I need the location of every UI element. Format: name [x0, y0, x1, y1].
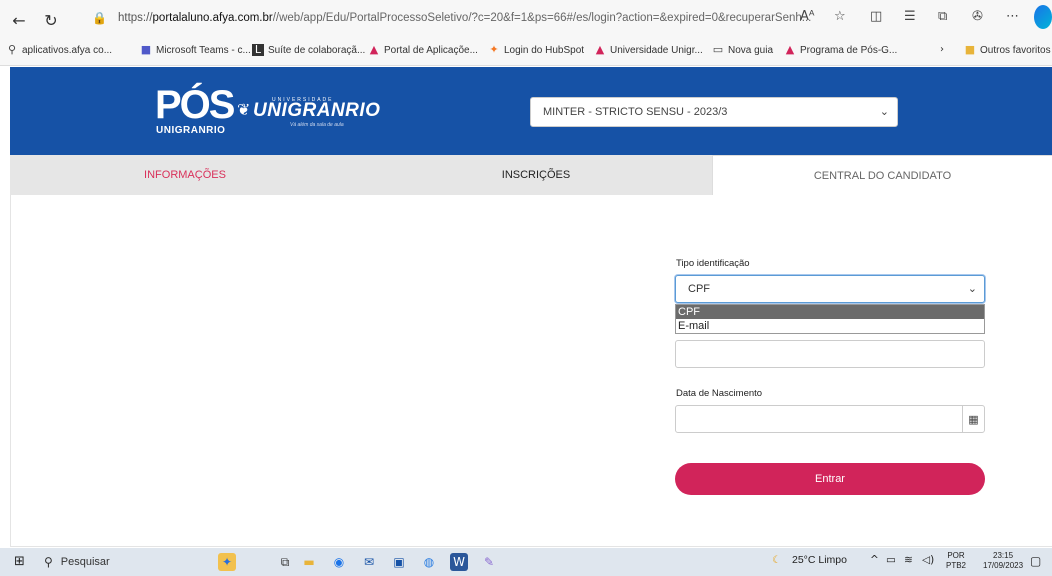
hubspot-icon: ✦: [489, 43, 499, 56]
paint-icon[interactable]: ✎: [480, 553, 498, 571]
main-tabs: INFORMAÇÕES INSCRIÇÕES CENTRAL DO CANDID…: [10, 155, 1052, 195]
windows-taskbar: ⊞ ⚲ Pesquisar ✦ ⧉ ▬ ◉ ✉ ▣ ◍ W ✎ ☾ 25°C L…: [0, 548, 1052, 576]
refresh-icon[interactable]: ↻: [40, 9, 62, 31]
more-menu-icon[interactable]: ⋯: [1006, 9, 1019, 24]
program-select-value: MINTER - STRICTO SENSU - 2023/3: [543, 106, 728, 118]
bookmark-item[interactable]: ▲ Universidade Unigr...: [594, 44, 703, 56]
bookmark-item[interactable]: ■ Microsoft Teams - c...: [140, 44, 251, 56]
favorite-star-icon[interactable]: ☆: [834, 9, 846, 24]
weather-text[interactable]: 25°C Limpo: [792, 554, 847, 566]
chevron-down-icon: ⌄: [967, 282, 977, 295]
lock-icon: 🔒: [92, 11, 107, 25]
site-header: PÓS UNIGRANRIO ❦ UNIVERSIDADE UNIGRANRIO…: [10, 67, 1052, 155]
bing-icon[interactable]: [1034, 5, 1052, 29]
keyboard-language[interactable]: POR PTB2: [946, 551, 966, 571]
store-icon[interactable]: ▣: [390, 553, 408, 571]
folder-icon: ■: [964, 43, 976, 56]
url-host: portalaluno.afya.com.br: [152, 12, 273, 24]
notification-icon[interactable]: ▢: [1030, 554, 1041, 568]
afya-icon: ▲: [785, 43, 795, 56]
tab-icon: ▭: [712, 43, 724, 56]
taskbar-search-label: Pesquisar: [60, 556, 110, 568]
teams-icon: ■: [140, 43, 152, 56]
split-screen-icon[interactable]: ◫: [870, 9, 882, 24]
address-bar: ← ↻ 🔒 https://portalaluno.afya.com.br//w…: [0, 0, 1052, 36]
widgets-icon[interactable]: ✦: [218, 553, 236, 571]
university-logo[interactable]: UNIGRANRIO: [253, 100, 380, 122]
tray-chevron-up-icon[interactable]: ^: [870, 554, 879, 566]
task-view-icon[interactable]: ⧉: [276, 553, 294, 571]
bookmark-item[interactable]: ▭ Nova guia: [712, 44, 773, 56]
tipo-identificacao-select[interactable]: CPF ⌄: [675, 275, 985, 303]
entrar-button[interactable]: Entrar: [675, 463, 985, 495]
calendar-icon[interactable]: ▦: [962, 406, 984, 432]
bookmark-item[interactable]: L Suíte de colaboraçã...: [252, 44, 365, 56]
taskbar-search[interactable]: ⚲ Pesquisar: [44, 552, 194, 572]
edge-browser-icon[interactable]: ◉: [330, 553, 348, 571]
url-field[interactable]: 🔒 https://portalaluno.afya.com.br//web/a…: [92, 5, 832, 31]
word-icon[interactable]: W: [450, 553, 468, 571]
bookmarks-bar: ⚲ aplicativos.afya co... ■ Microsoft Teams…: [0, 36, 1052, 66]
tipo-identificacao-value: CPF: [688, 283, 710, 295]
unigranrio-mark-icon: ❦: [237, 102, 251, 119]
bookmarks-overflow-chevron-icon[interactable]: ›: [940, 44, 944, 55]
windows-start-icon[interactable]: ⊞: [14, 555, 28, 569]
tipo-identificacao-label: Tipo identificação: [676, 258, 750, 269]
search-icon: ⚲: [7, 43, 17, 56]
bookmark-item[interactable]: ⚲ aplicativos.afya co...: [6, 44, 112, 56]
battery-icon[interactable]: ▭: [886, 554, 896, 566]
file-explorer-icon[interactable]: ▬: [300, 553, 318, 571]
dropdown-option-cpf[interactable]: CPF: [676, 305, 984, 319]
data-nascimento-input[interactable]: ▦: [675, 405, 985, 433]
extensions-icon[interactable]: ✇: [972, 9, 983, 24]
url-path: //web/app/Edu/PortalProcessoSeletivo/?c=…: [272, 12, 812, 24]
back-arrow-icon[interactable]: ←: [8, 9, 30, 31]
url-prefix: https://: [118, 12, 153, 24]
bookmark-item[interactable]: ▲ Programa de Pós-G...: [784, 43, 898, 56]
tab-informacoes[interactable]: INFORMAÇÕES: [10, 155, 360, 195]
university-slogan: Vá além da sala de aula: [290, 122, 344, 128]
volume-icon[interactable]: ◁): [922, 554, 934, 566]
collections-icon[interactable]: ⧉: [938, 9, 947, 24]
tab-inscricoes[interactable]: INSCRIÇÕES: [360, 155, 712, 195]
chrome-icon[interactable]: ◍: [420, 553, 438, 571]
afya-icon: ▲: [369, 43, 379, 56]
suite-icon: L: [252, 44, 264, 56]
pos-logo[interactable]: PÓS: [155, 85, 235, 125]
system-clock[interactable]: 23:15 17/09/2023: [983, 551, 1023, 571]
dropdown-option-email[interactable]: E-mail: [676, 319, 984, 333]
other-favorites-folder[interactable]: ■ Outros favoritos: [964, 44, 1051, 56]
tipo-identificacao-dropdown: CPF E-mail: [675, 304, 985, 334]
bookmark-item[interactable]: ✦ Login do HubSpot: [488, 44, 584, 56]
afya-icon: ▲: [595, 43, 605, 56]
favorites-list-icon[interactable]: ☰: [904, 9, 916, 24]
search-icon: ⚲: [44, 555, 53, 569]
mail-icon[interactable]: ✉: [360, 553, 378, 571]
weather-moon-icon: ☾: [772, 554, 782, 566]
program-select[interactable]: MINTER - STRICTO SENSU - 2023/3 ⌄: [530, 97, 898, 127]
read-aloud-icon[interactable]: Aᴬ: [800, 9, 815, 24]
chevron-down-icon: ⌄: [879, 105, 889, 118]
pos-logo-subtitle: UNIGRANRIO: [156, 125, 226, 136]
tab-central-do-candidato[interactable]: CENTRAL DO CANDIDATO: [712, 155, 1052, 195]
wifi-icon[interactable]: ≋: [904, 554, 913, 566]
identificacao-input[interactable]: [675, 340, 985, 368]
bookmark-item[interactable]: ▲ Portal de Aplicaçõe...: [368, 44, 478, 56]
data-nascimento-label: Data de Nascimento: [676, 388, 763, 399]
